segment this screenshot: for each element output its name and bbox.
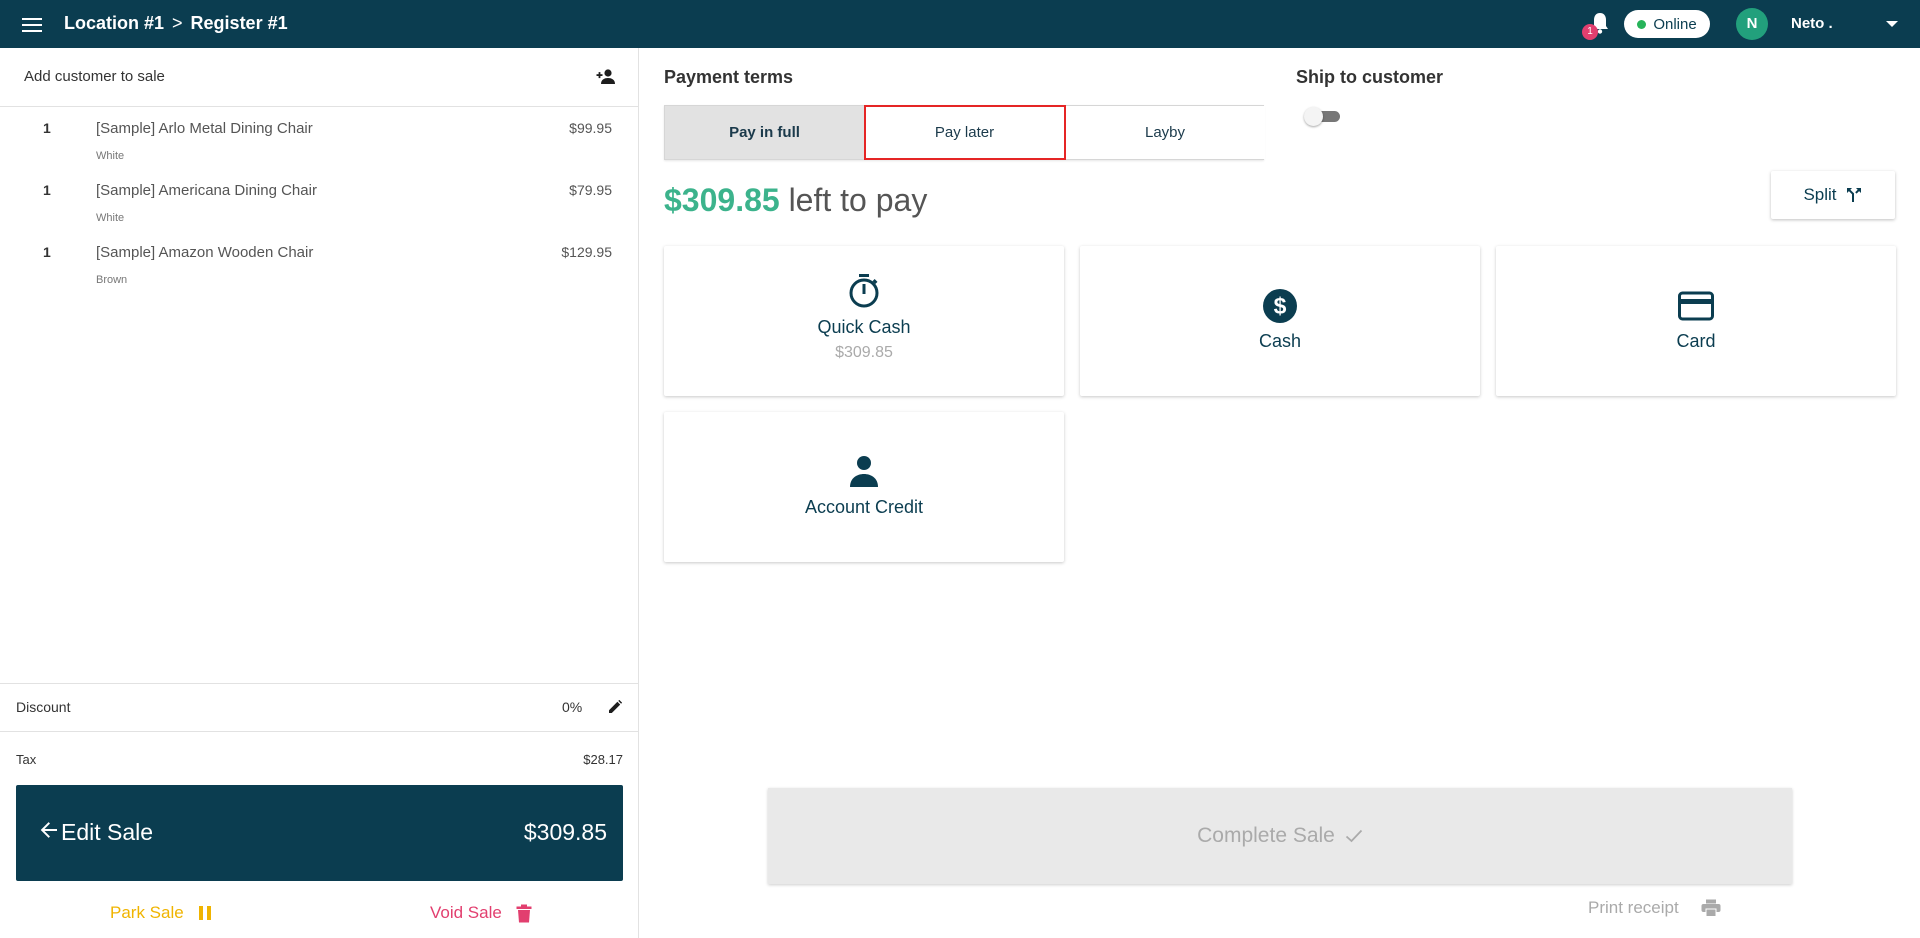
arrow-left-icon — [40, 822, 57, 838]
discount-label: Discount — [16, 699, 71, 715]
notification-badge: 1 — [1582, 24, 1598, 40]
trash-icon — [516, 904, 532, 922]
user-name[interactable]: Neto . — [1791, 15, 1833, 32]
park-sale-button[interactable]: Park Sale — [110, 901, 212, 925]
item-name: [Sample] Arlo Metal Dining Chair — [96, 120, 313, 137]
split-arrows-icon — [1846, 188, 1861, 202]
payment-terms-title: Payment terms — [664, 67, 794, 87]
cart-line-item[interactable]: 1 [Sample] Amazon Wooden Chair Brown $12… — [0, 244, 639, 304]
item-quantity: 1 — [43, 120, 51, 136]
add-customer-row[interactable]: Add customer to sale — [0, 48, 639, 107]
amount-left-to-pay: $309.85 left to pay — [664, 182, 927, 219]
void-sale-label: Void Sale — [430, 903, 502, 922]
item-variant: White — [96, 150, 125, 162]
breadcrumb-register[interactable]: Register #1 — [191, 13, 288, 34]
ship-to-customer-title: Ship to customer — [1296, 67, 1444, 87]
item-name: [Sample] Amazon Wooden Chair — [96, 244, 314, 261]
item-price: $99.95 — [569, 120, 612, 136]
tab-pay-in-full[interactable]: Pay in full — [665, 106, 865, 159]
breadcrumb-separator: > — [172, 13, 183, 33]
cash-option[interactable]: $ Cash — [1080, 246, 1480, 396]
add-customer-label: Add customer to sale — [24, 68, 165, 85]
item-price: $129.95 — [561, 244, 612, 260]
tax-value: $28.17 — [583, 752, 623, 767]
edit-sale-button[interactable]: Edit Sale $309.85 — [16, 785, 623, 881]
method-amount: $309.85 — [835, 344, 893, 361]
add-person-icon[interactable] — [596, 68, 616, 86]
connection-status-badge: Online — [1624, 10, 1710, 38]
tax-label: Tax — [16, 752, 37, 767]
tax-row: Tax $28.17 — [0, 748, 639, 772]
menu-icon[interactable] — [20, 14, 44, 34]
sale-total: $309.85 — [523, 819, 607, 845]
void-sale-button[interactable]: Void Sale — [430, 901, 532, 925]
cart-line-item[interactable]: 1 [Sample] Americana Dining Chair White … — [0, 182, 639, 242]
item-variant: Brown — [96, 274, 128, 286]
split-label: Split — [1803, 185, 1837, 204]
person-icon — [850, 456, 878, 487]
quick-cash-option[interactable]: Quick Cash $309.85 — [664, 246, 1064, 396]
complete-sale-label: Complete Sale — [1197, 824, 1335, 847]
item-variant: White — [96, 212, 125, 224]
payment-terms-selector: Pay in full Pay later Layby — [664, 105, 1265, 160]
item-quantity: 1 — [43, 182, 51, 198]
sale-sidebar: Add customer to sale 1 [Sample] Arlo Met… — [0, 48, 639, 938]
discount-value: 0% — [562, 699, 583, 715]
method-title: Cash — [1258, 331, 1302, 351]
complete-sale-button[interactable]: Complete Sale — [768, 788, 1792, 884]
amount-remaining: $309.85 — [664, 182, 780, 218]
print-receipt-button[interactable]: Print receipt — [1588, 898, 1721, 918]
stopwatch-icon — [849, 274, 879, 308]
toggle-knob — [1304, 107, 1323, 126]
method-title: Account Credit — [804, 497, 924, 517]
chevron-down-icon[interactable] — [1886, 21, 1898, 27]
credit-card-icon — [1678, 291, 1714, 321]
top-app-bar: Location #1 > Register #1 1 Online N Net… — [0, 0, 1920, 48]
item-price: $79.95 — [569, 182, 612, 198]
tab-pay-later[interactable]: Pay later — [864, 105, 1066, 160]
breadcrumb: Location #1 > Register #1 — [64, 13, 288, 34]
check-icon — [1345, 829, 1363, 843]
tab-layby[interactable]: Layby — [1065, 106, 1265, 159]
printer-icon — [1701, 899, 1721, 917]
cart-line-item[interactable]: 1 [Sample] Arlo Metal Dining Chair White… — [0, 120, 639, 180]
amount-remaining-label: left to pay — [788, 182, 928, 218]
item-name: [Sample] Americana Dining Chair — [96, 182, 317, 199]
connection-status-label: Online — [1653, 15, 1697, 33]
method-title: Quick Cash — [817, 317, 911, 337]
ship-to-customer-toggle[interactable] — [1304, 106, 1342, 126]
park-sale-label: Park Sale — [110, 903, 184, 922]
print-receipt-label: Print receipt — [1588, 898, 1679, 917]
breadcrumb-location[interactable]: Location #1 — [64, 13, 164, 34]
discount-row: Discount 0% — [0, 683, 639, 732]
edit-sale-label: Edit Sale — [61, 819, 154, 845]
account-credit-option[interactable]: Account Credit — [664, 412, 1064, 562]
online-dot-icon — [1637, 19, 1647, 29]
dollar-circle-icon: $ — [1263, 289, 1297, 323]
pause-icon — [198, 906, 211, 920]
method-title: Card — [1676, 331, 1716, 351]
pencil-icon[interactable] — [608, 700, 622, 714]
card-option[interactable]: Card — [1496, 246, 1896, 396]
item-quantity: 1 — [43, 244, 51, 260]
avatar[interactable]: N — [1736, 8, 1768, 40]
svg-text:$: $ — [1274, 293, 1287, 319]
split-payment-button[interactable]: Split — [1771, 171, 1895, 219]
